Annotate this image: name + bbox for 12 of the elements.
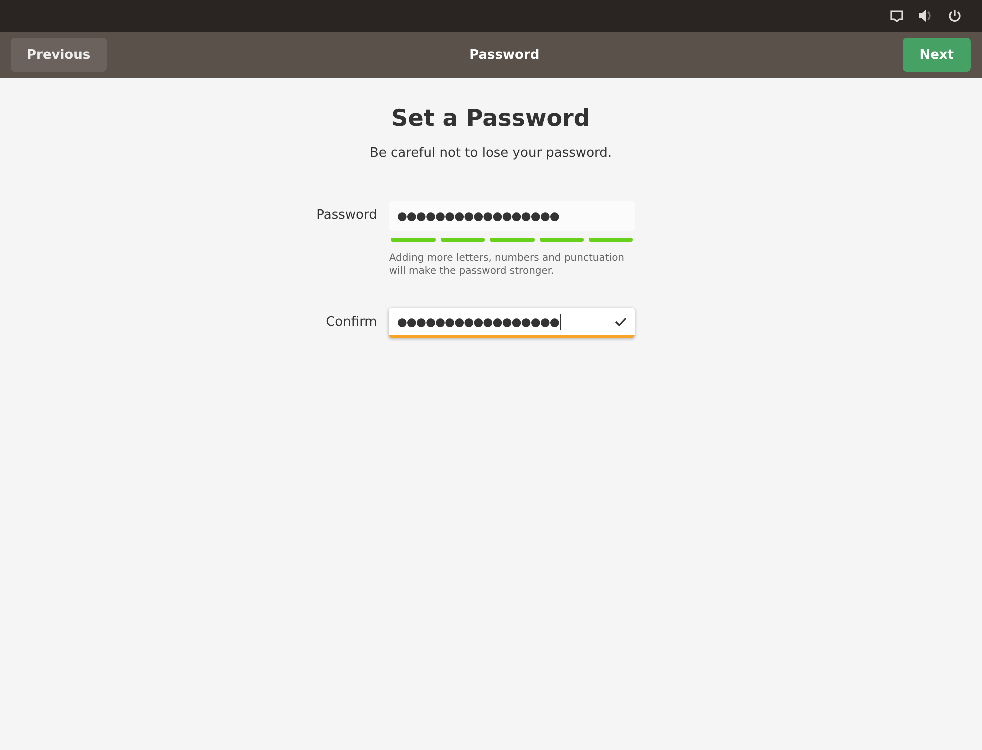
volume-icon[interactable] xyxy=(918,9,934,23)
page-heading: Set a Password xyxy=(392,106,590,132)
field-label: Password xyxy=(316,207,378,225)
page-subtitle: Be careful not to lose your password. xyxy=(370,146,612,161)
window-title: Password xyxy=(470,48,540,62)
display-icon[interactable] xyxy=(890,10,904,22)
field-label: Confirm xyxy=(325,314,378,332)
previous-button[interactable]: Previous xyxy=(11,38,107,72)
password-hint: Adding more letters, numbers and punctuation will make the password stronger. xyxy=(389,252,626,278)
password-field[interactable]: ●●●●●●●●●●●●●●●●● xyxy=(389,201,636,231)
power-icon[interactable] xyxy=(948,9,962,23)
password-field[interactable]: ●●●●●●●●●●●●●●●●● xyxy=(389,308,636,338)
